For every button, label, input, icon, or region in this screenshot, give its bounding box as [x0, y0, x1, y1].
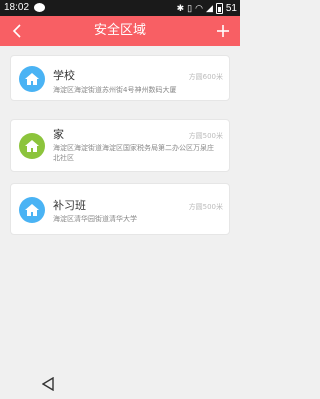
- zone-address: 海淀区海淀街道苏州街4号神州数码大厦: [53, 86, 177, 94]
- bluetooth-icon: ✱: [176, 3, 185, 13]
- system-nav-bar: [0, 368, 240, 399]
- house-icon: [19, 66, 45, 92]
- battery-icon: [215, 2, 223, 14]
- add-zone-button[interactable]: [212, 19, 234, 43]
- status-bar: 18:02 ✱ ▯ ◠ ◢ 51: [0, 0, 240, 16]
- zone-radius: 方圆500米: [188, 132, 223, 140]
- zone-radius: 方圆500米: [188, 203, 223, 211]
- battery-level: 51: [225, 2, 237, 14]
- nav-back-button[interactable]: [41, 376, 54, 395]
- house-icon: [19, 133, 45, 159]
- zone-name: 学校: [53, 69, 75, 82]
- zone-card[interactable]: 补习班 方圆500米 海淀区清华园街道清华大学: [10, 183, 230, 235]
- zone-card[interactable]: 家 方圆500米 海淀区海淀街道海淀区国家税务局第二办公区万泉庄北社区: [10, 119, 230, 172]
- signal-icon: ◢: [205, 3, 213, 13]
- zone-name: 补习班: [53, 199, 86, 212]
- zone-address: 海淀区清华园街道清华大学: [53, 215, 137, 223]
- plus-icon: [217, 25, 229, 37]
- page-title: 安全区域: [93, 23, 146, 38]
- status-time: 18:02: [4, 2, 30, 13]
- wifi-icon: ◠: [195, 3, 203, 13]
- app-header: 安全区域: [0, 16, 240, 46]
- zone-address: 海淀区海淀街道海淀区国家税务局第二办公区万泉庄北社区: [53, 144, 214, 162]
- house-icon: [19, 197, 45, 223]
- zone-radius: 方圆600米: [188, 73, 223, 81]
- zone-card[interactable]: 学校 方圆600米 海淀区海淀街道苏州街4号神州数码大厦: [10, 55, 230, 101]
- vibrate-icon: ▯: [187, 3, 193, 13]
- chat-bubble-icon: [34, 3, 45, 12]
- triangle-back-icon: [41, 376, 54, 392]
- zone-name: 家: [53, 128, 64, 141]
- status-icons: ✱ ▯ ◠ ◢ 51: [177, 2, 237, 14]
